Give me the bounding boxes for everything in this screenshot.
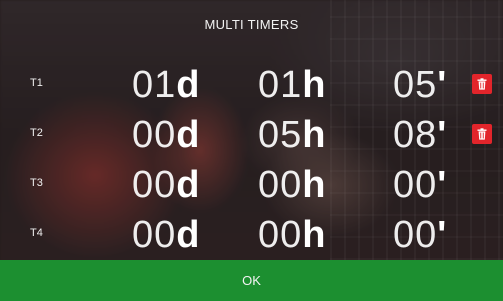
timer-label: T1 [30,77,43,89]
delete-timer-button[interactable] [472,124,492,144]
page-title: MULTI TIMERS [204,17,299,32]
timer-hours[interactable]: 00h [258,166,327,204]
trash-icon [477,78,487,90]
timer-days[interactable]: 00d [132,166,201,204]
timer-minutes[interactable]: 08' [393,116,447,154]
timer-days[interactable]: 00d [132,216,201,254]
timer-label: T3 [30,177,43,189]
timer-hours[interactable]: 05h [258,116,327,154]
trash-icon [477,128,487,140]
timer-label: T2 [30,127,43,139]
timer-hours[interactable]: 00h [258,216,327,254]
timer-minutes[interactable]: 05' [393,66,447,104]
multi-timers-screen: MULTI TIMERS T1 01d 01h 05' T2 00d 05h 0… [0,0,503,301]
timer-hours[interactable]: 01h [258,66,327,104]
delete-timer-button[interactable] [472,74,492,94]
timer-label: T4 [30,227,43,239]
timer-days[interactable]: 00d [132,116,201,154]
timer-row-t4: T4 00d 00h 00' [0,210,503,254]
timer-minutes[interactable]: 00' [393,166,447,204]
ok-button[interactable]: OK [0,260,503,301]
timer-days[interactable]: 01d [132,66,201,104]
timer-row-t3: T3 00d 00h 00' [0,160,503,204]
timer-row-t1: T1 01d 01h 05' [0,60,503,104]
timer-minutes[interactable]: 00' [393,216,447,254]
timer-row-t2: T2 00d 05h 08' [0,110,503,154]
